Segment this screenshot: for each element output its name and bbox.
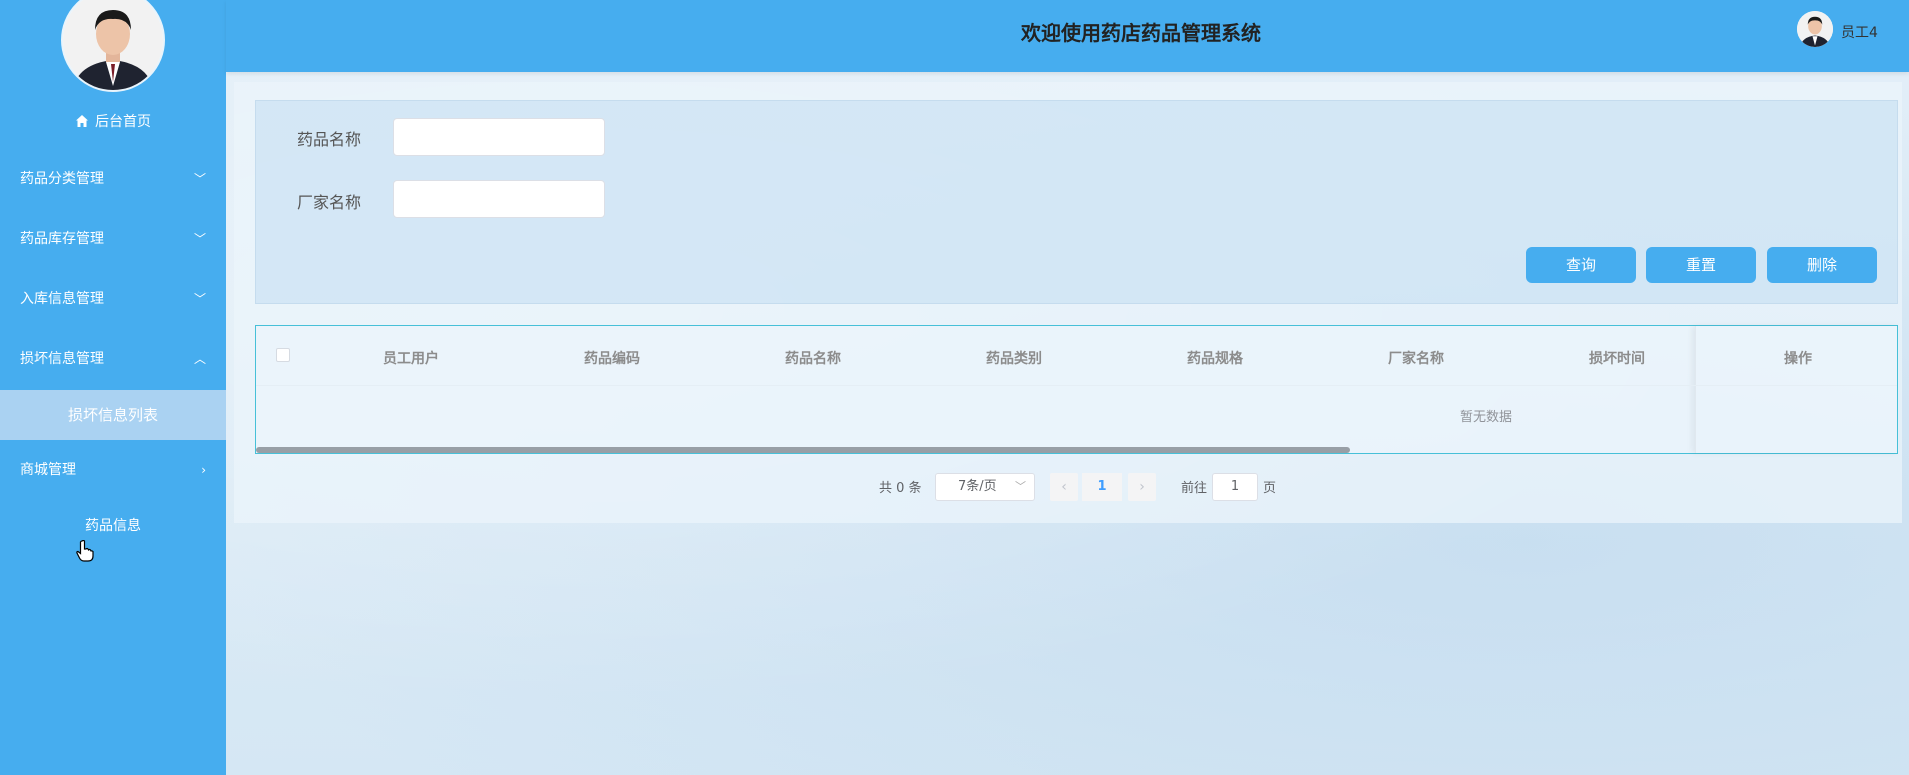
- table-header-divider: [256, 385, 1897, 386]
- query-button[interactable]: 查询: [1526, 247, 1636, 283]
- maker-name-input[interactable]: [393, 180, 605, 218]
- maker-name-label: 厂家名称: [297, 193, 362, 212]
- next-page-button[interactable]: ›: [1128, 473, 1156, 501]
- page-number-current[interactable]: 1: [1082, 473, 1122, 501]
- chevron-right-icon: ›: [201, 463, 206, 477]
- sidebar-item-label: 药品库存管理: [20, 231, 104, 247]
- sidebar-subitem-drug-info[interactable]: 药品信息: [0, 513, 226, 539]
- user-name[interactable]: 员工4: [1841, 22, 1878, 42]
- column-header[interactable]: 药品类别: [986, 348, 1042, 368]
- sidebar-item-mall[interactable]: 商城管理 ›: [0, 450, 226, 490]
- sidebar-home[interactable]: 后台首页: [0, 110, 226, 134]
- goto-page-input[interactable]: 1: [1212, 473, 1258, 501]
- page-size-select[interactable]: 7条/页 ﹀: [935, 473, 1035, 501]
- column-header[interactable]: 员工用户: [383, 348, 439, 368]
- chevron-down-icon: ﹀: [193, 232, 206, 246]
- column-header[interactable]: 厂家名称: [1388, 348, 1444, 368]
- sidebar-item-stock[interactable]: 药品库存管理 ﹀: [0, 219, 226, 259]
- damage-table: [255, 325, 1898, 454]
- avatar[interactable]: [61, 0, 165, 92]
- home-icon: [76, 115, 88, 127]
- reset-button[interactable]: 重置: [1646, 247, 1756, 283]
- sidebar-item-label: 药品分类管理: [20, 171, 104, 187]
- sidebar-home-label: 后台首页: [95, 114, 151, 130]
- pagination-total: 共 0 条: [879, 481, 922, 496]
- hand-cursor-icon: [76, 539, 94, 566]
- sidebar-item-label: 损坏信息管理: [20, 351, 104, 367]
- sidebar-item-label: 入库信息管理: [20, 291, 104, 307]
- sidebar-item-category[interactable]: 药品分类管理 ﹀: [0, 159, 226, 199]
- select-all-checkbox[interactable]: [276, 348, 290, 362]
- user-photo-icon: [1797, 11, 1833, 47]
- sidebar-item-label: 商城管理: [20, 462, 76, 478]
- page-suffix: 页: [1263, 481, 1277, 496]
- sidebar-subitem-damage-list[interactable]: 损坏信息列表: [0, 390, 226, 440]
- empty-text: 暂无数据: [1460, 410, 1513, 425]
- column-header[interactable]: 损坏时间: [1589, 348, 1645, 368]
- goto-label: 前往: [1181, 481, 1208, 496]
- column-header[interactable]: 药品名称: [785, 348, 841, 368]
- delete-button[interactable]: 删除: [1767, 247, 1877, 283]
- column-header[interactable]: 药品规格: [1187, 348, 1243, 368]
- sidebar: 后台首页 药品分类管理 ﹀ 药品库存管理 ﹀ 入库信息管理 ﹀ 损坏信息管理 ︿…: [0, 0, 226, 775]
- user-avatar[interactable]: [1797, 11, 1833, 47]
- chevron-down-icon: ﹀: [1015, 480, 1026, 493]
- horizontal-scrollbar[interactable]: [256, 447, 1350, 453]
- avatar-photo-icon: [63, 0, 163, 90]
- chevron-down-icon: ﹀: [193, 292, 206, 306]
- prev-page-button[interactable]: ‹: [1050, 473, 1078, 501]
- actions-column: [1695, 326, 1899, 453]
- column-header-actions: 操作: [1784, 351, 1812, 367]
- sidebar-subitem-label: 药品信息: [85, 518, 141, 534]
- page-size-value: 7条/页: [958, 479, 997, 494]
- sidebar-item-inbound[interactable]: 入库信息管理 ﹀: [0, 279, 226, 319]
- sidebar-item-damage[interactable]: 损坏信息管理 ︿: [0, 339, 226, 379]
- chevron-up-icon: ︿: [193, 352, 206, 366]
- top-header: 欢迎使用药店药品管理系统: [226, 0, 1909, 72]
- page-title: 欢迎使用药店药品管理系统: [1021, 21, 1261, 45]
- chevron-down-icon: ﹀: [193, 172, 206, 186]
- drug-name-input[interactable]: [393, 118, 605, 156]
- sidebar-subitem-label: 损坏信息列表: [67, 406, 158, 424]
- drug-name-label: 药品名称: [297, 130, 362, 149]
- column-header[interactable]: 药品编码: [584, 348, 640, 368]
